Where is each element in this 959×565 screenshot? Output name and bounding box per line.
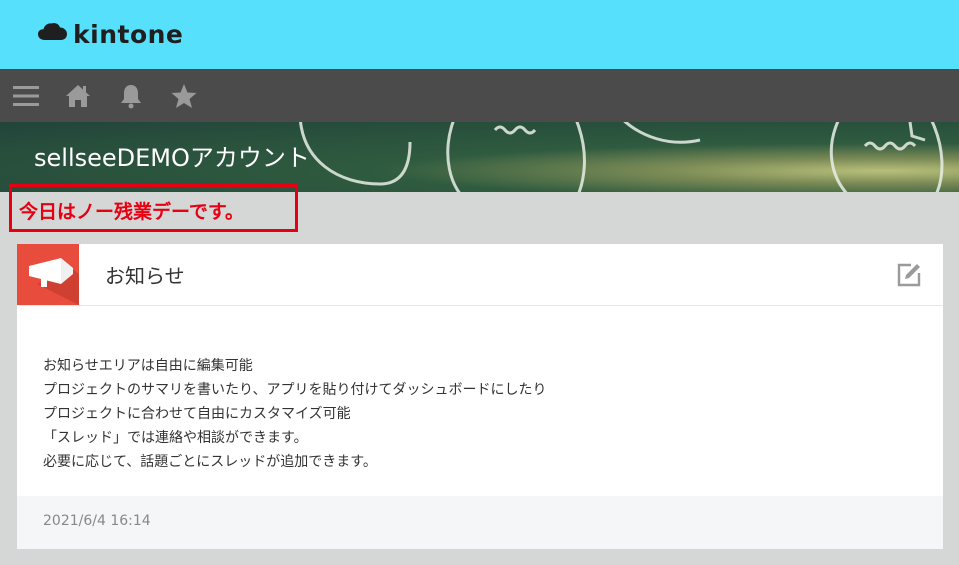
logo-text: kintone [73, 19, 184, 49]
cloud-icon [37, 20, 69, 48]
announcement-body: お知らせエリアは自由に編集可能 プロジェクトのサマリを書いたり、アプリを貼り付け… [43, 354, 546, 474]
announcement-line: 「スレッド」では連絡や相談ができます。 [43, 430, 308, 446]
announcement-line: プロジェクトのサマリを書いたり、アプリを貼り付けてダッシュボードにしたり [43, 382, 547, 398]
bell-icon[interactable] [116, 81, 146, 111]
announcement-title: お知らせ [105, 264, 185, 288]
top-header: kintone [0, 0, 959, 69]
notice-text: 今日はノー残業デーです。 [19, 201, 244, 223]
announcement-timestamp: 2021/6/4 16:14 [43, 513, 151, 529]
nav-bar [0, 69, 959, 122]
megaphone-icon [17, 244, 79, 305]
edit-icon[interactable] [895, 261, 923, 289]
home-icon[interactable] [63, 81, 93, 111]
announcement-panel: お知らせ お知らせエリアは自由に編集可能 プロジェクトのサマリを書いたり、アプリ… [17, 244, 943, 549]
announcement-footer: 2021/6/4 16:14 [17, 496, 943, 549]
kintone-logo[interactable]: kintone [37, 18, 183, 50]
star-icon[interactable] [169, 81, 199, 111]
announcement-line: 必要に応じて、話題ごとにスレッドが追加できます。 [43, 454, 377, 470]
announcement-header: お知らせ [17, 244, 943, 306]
announcement-line: プロジェクトに合わせて自由にカスタマイズ可能 [43, 406, 351, 422]
menu-icon[interactable] [11, 81, 41, 111]
space-title: sellseeDEMOアカウント [34, 144, 310, 172]
space-banner: sellseeDEMOアカウント [0, 122, 959, 192]
announcement-line: お知らせエリアは自由に編集可能 [43, 358, 253, 374]
